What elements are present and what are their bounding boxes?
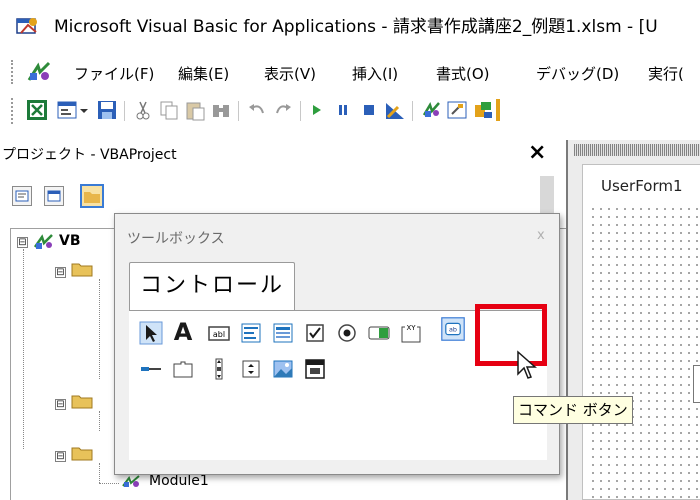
listbox-icon[interactable] <box>271 321 295 345</box>
standard-toolbar <box>0 92 700 130</box>
tree-guide-line <box>99 411 100 431</box>
undo-icon[interactable] <box>246 99 268 121</box>
menu-debug[interactable]: デバッグ(D) <box>536 63 619 84</box>
optionbutton-icon[interactable] <box>335 321 359 345</box>
run-icon[interactable] <box>306 99 328 121</box>
tree-guide-line <box>99 463 100 483</box>
menu-view[interactable]: 表示(V) <box>264 63 316 84</box>
checkbox-icon[interactable] <box>303 321 327 345</box>
module1-label[interactable]: Module1 <box>149 473 209 489</box>
vba-window-icon <box>16 16 40 36</box>
modules-folder-icon[interactable] <box>71 445 93 461</box>
design-mode-icon[interactable] <box>384 99 406 121</box>
find-icon[interactable] <box>210 99 232 121</box>
multipage-icon[interactable] <box>171 357 195 381</box>
project-explorer-close-button[interactable]: × <box>528 142 546 164</box>
view-code-icon[interactable] <box>12 186 32 206</box>
tree-root-label[interactable]: VB <box>59 233 81 249</box>
view-object-icon[interactable] <box>44 186 64 206</box>
toggle-folders-icon[interactable] <box>80 184 104 208</box>
toolbox-close-button[interactable]: x <box>537 228 545 243</box>
scrollbar-icon[interactable] <box>207 357 231 381</box>
label-icon[interactable]: A <box>171 319 195 345</box>
userform1[interactable]: UserForm1 <box>582 164 700 500</box>
menu-bar: ファイル(F) 編集(E) 表示(V) 挿入(I) 書式(O) デバッグ(D) … <box>0 52 700 92</box>
mouse-cursor-icon <box>516 350 538 382</box>
object-browser-icon[interactable] <box>472 99 494 121</box>
userform-grid[interactable] <box>589 205 700 500</box>
menu-edit[interactable]: 編集(E) <box>178 63 229 84</box>
textbox-icon[interactable]: abl <box>207 321 231 345</box>
toolbox-title: ツールボックス <box>127 231 225 247</box>
module-icon[interactable] <box>121 474 143 490</box>
textbox-glyph: abl <box>213 330 225 339</box>
view-excel-icon[interactable] <box>26 99 48 121</box>
cut-icon[interactable] <box>132 99 154 121</box>
toolbar-separator <box>124 101 125 121</box>
window-title: Microsoft Visual Basic for Applications … <box>54 17 658 37</box>
redo-icon[interactable] <box>272 99 294 121</box>
project-explorer-title: プロジェクト - VBAProject <box>2 147 177 163</box>
properties-window-icon[interactable] <box>446 99 468 121</box>
project-explorer-icon[interactable] <box>420 99 442 121</box>
refedit-icon[interactable] <box>303 357 327 381</box>
insert-userform-icon[interactable] <box>56 99 78 121</box>
menu-file[interactable]: ファイル(F) <box>74 63 154 84</box>
userform-title: UserForm1 <box>601 177 683 195</box>
paste-icon[interactable] <box>184 99 206 121</box>
toolbox-toolbar-icon[interactable] <box>496 99 500 121</box>
designer-title-hatch <box>574 144 700 156</box>
tree-guide-line <box>99 279 100 379</box>
tabstrip-icon[interactable] <box>139 357 163 381</box>
save-icon[interactable] <box>96 99 118 121</box>
title-bar: Microsoft Visual Basic for Applications … <box>0 0 700 52</box>
tree-expander[interactable]: ⊟ <box>55 267 66 278</box>
project-explorer-toolbar <box>0 178 560 214</box>
folder-icon[interactable] <box>71 393 93 409</box>
toolbar-grip[interactable] <box>11 98 13 124</box>
tree-guide-line <box>23 249 24 449</box>
vbaproject-icon <box>33 233 55 249</box>
commandbutton-tooltip: コマンド ボタン <box>513 396 633 424</box>
toolbar-separator <box>412 101 413 121</box>
copy-icon[interactable] <box>158 99 180 121</box>
menu-format[interactable]: 書式(O) <box>436 63 490 84</box>
menubar-grip[interactable] <box>11 60 13 84</box>
menu-insert[interactable]: 挿入(I) <box>352 63 398 84</box>
project-explorer-header: プロジェクト - VBAProject × <box>0 140 560 166</box>
commandbutton-glyph: ab <box>449 325 457 333</box>
tab-controls[interactable]: コントロール <box>129 262 296 310</box>
toolbar-separator <box>238 101 239 121</box>
tree-guide-line <box>99 483 119 484</box>
commandbutton-icon[interactable]: ab <box>441 317 471 347</box>
menu-run[interactable]: 実行( <box>648 63 684 84</box>
tab-controls-label: コントロール <box>140 273 285 298</box>
tree-expander[interactable]: ⊟ <box>55 399 66 410</box>
togglebutton-icon[interactable] <box>367 321 391 345</box>
excel-vba-icon[interactable] <box>26 60 52 84</box>
userform-textbox[interactable] <box>693 365 700 403</box>
frame-glyph: XY <box>406 324 416 332</box>
insert-dropdown-icon[interactable] <box>78 99 90 121</box>
userform-designer: UserForm1 <box>566 140 700 500</box>
reset-icon[interactable] <box>358 99 380 121</box>
image-icon[interactable] <box>271 357 295 381</box>
tree-expander[interactable]: ⊟ <box>55 451 66 462</box>
project-explorer-scrollbar[interactable] <box>540 176 554 216</box>
toolbar-separator <box>300 101 301 121</box>
frame-icon[interactable]: XY <box>399 321 423 345</box>
break-icon[interactable] <box>332 99 354 121</box>
spinbutton-icon[interactable] <box>239 357 263 381</box>
select-objects-icon[interactable] <box>139 321 163 345</box>
combobox-icon[interactable] <box>239 321 263 345</box>
folder-icon[interactable] <box>71 261 93 277</box>
tree-expander[interactable]: ⊟ <box>17 237 28 248</box>
